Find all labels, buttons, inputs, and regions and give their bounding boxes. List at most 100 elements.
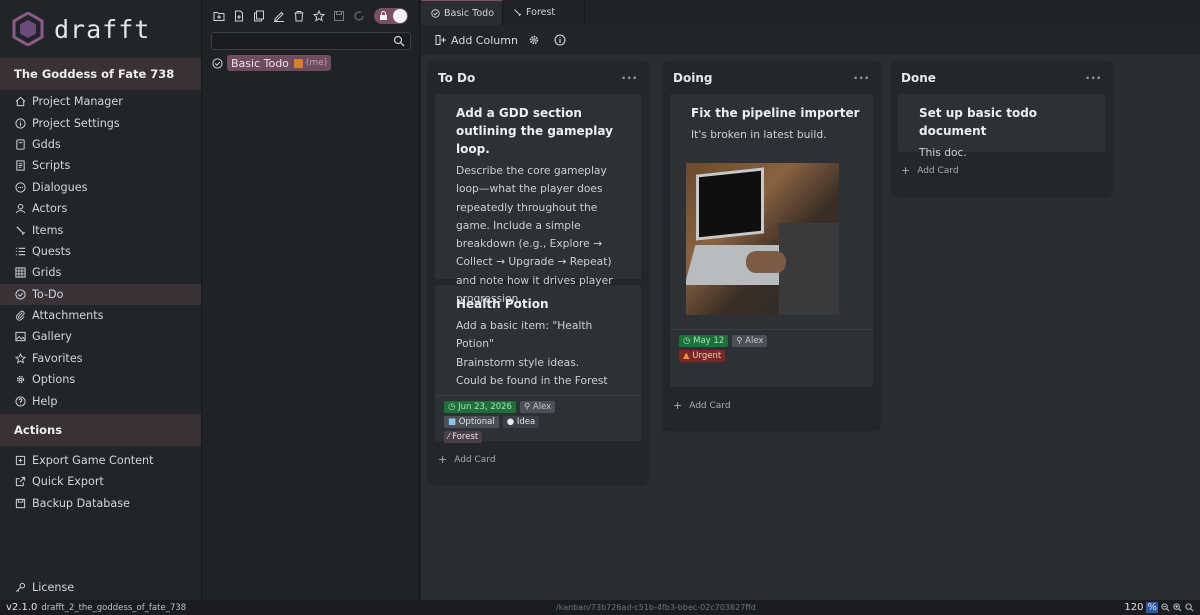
column-header[interactable]: Done ··· <box>892 62 1111 94</box>
pencil-icon <box>274 11 284 22</box>
tag-label: Urgent <box>692 351 722 362</box>
card-description: It's broken in latest build. <box>691 128 827 141</box>
kanban-card[interactable]: Fix the pipeline importer It's broken in… <box>670 94 873 387</box>
check-circle-icon <box>431 8 440 18</box>
tree-item-basic-todo[interactable]: Basic Todo (me) <box>212 55 419 71</box>
sidebar-item-gdds[interactable]: Gdds <box>0 134 201 155</box>
quick-export-icon <box>14 476 26 488</box>
due-date-badge[interactable]: ◷ May 12 <box>679 335 729 348</box>
actions-nav: Export Game Content Quick Export Backup … <box>0 446 201 514</box>
assignee-badge[interactable]: ⚲ Alex <box>519 401 556 414</box>
card-title: Set up basic todo document <box>919 106 1038 138</box>
column-menu-icon[interactable]: ··· <box>853 71 870 85</box>
sidebar-item-project-settings[interactable]: Project Settings <box>0 112 201 133</box>
kanban-card[interactable]: Add a GDD section outlining the gameplay… <box>435 94 641 305</box>
tag-urgent[interactable]: ▲ Urgent <box>679 350 726 363</box>
action-quick-export[interactable]: Quick Export <box>0 471 201 492</box>
action-backup-database[interactable]: Backup Database <box>0 493 201 514</box>
rename-button[interactable] <box>271 8 287 24</box>
due-date-text: May 12 <box>693 336 725 347</box>
sidebar-item-label: To-Do <box>32 287 64 301</box>
card-description-line: Add a basic item: "Health Potion" <box>456 319 593 351</box>
action-label: Backup Database <box>32 496 130 510</box>
home-icon <box>14 96 26 108</box>
kanban-column-done: Done ··· Set up basic todo document This… <box>892 62 1111 195</box>
add-card-button[interactable]: + Add Card <box>429 447 647 472</box>
sidebar-item-grids[interactable]: Grids <box>0 262 201 283</box>
project-title[interactable]: The Goddess of Fate 738 <box>0 58 201 90</box>
app-logo[interactable]: drafft <box>0 0 201 58</box>
sidebar-item-label: Gallery <box>32 330 72 344</box>
database-icon <box>14 497 26 509</box>
plus-icon: + <box>438 453 448 466</box>
kanban-card[interactable]: Set up basic todo document This doc. <box>898 94 1105 159</box>
add-card-button[interactable]: + Add Card <box>664 393 879 418</box>
zoom-in-icon[interactable] <box>1173 603 1182 612</box>
column-title: Done <box>901 71 936 85</box>
copy-icon <box>254 10 264 22</box>
zoom-reset-icon[interactable] <box>1185 603 1194 612</box>
sidebar-item-quests[interactable]: Quests <box>0 241 201 262</box>
column-header[interactable]: Doing ··· <box>664 62 879 94</box>
sidebar-item-help[interactable]: Help <box>0 390 201 411</box>
board-info-button[interactable] <box>554 34 570 46</box>
lock-toggle[interactable] <box>374 8 408 24</box>
duplicate-button[interactable] <box>251 8 267 24</box>
speech-icon: ● <box>506 417 517 428</box>
file-search <box>211 32 411 50</box>
sidebar-item-to-do[interactable]: To-Do <box>0 283 201 305</box>
kanban-column-to-do: To Do ··· Add a GDD section outlining th… <box>429 62 647 483</box>
person-icon <box>14 203 26 215</box>
drafft-logo-icon <box>12 12 44 46</box>
column-menu-icon[interactable]: ··· <box>621 71 638 85</box>
license-link-wrap: License <box>0 577 74 598</box>
sidebar-item-dialogues[interactable]: Dialogues <box>0 177 201 198</box>
zoom-out-icon[interactable] <box>1161 603 1170 612</box>
gear-icon <box>14 374 26 386</box>
sidebar-item-license[interactable]: License <box>0 577 74 598</box>
column-title: To Do <box>438 71 476 85</box>
refresh-button[interactable] <box>351 8 367 24</box>
add-card-label: Add Card <box>454 454 496 465</box>
card-meta-row: ◷ May 12 ⚲ Alex <box>679 335 865 348</box>
sidebar-item-project-manager[interactable]: Project Manager <box>0 91 201 112</box>
board-settings-button[interactable] <box>528 34 544 46</box>
search-input[interactable] <box>212 33 410 49</box>
folder-plus-icon <box>213 12 225 21</box>
tab-basic-todo[interactable]: Basic Todo <box>421 0 503 25</box>
favorite-button[interactable] <box>311 8 327 24</box>
tag-optional[interactable]: ■ Optional <box>444 416 499 429</box>
action-label: Export Game Content <box>32 454 154 468</box>
trash-icon <box>294 11 304 22</box>
sidebar-item-actors[interactable]: Actors <box>0 198 201 219</box>
zoom-value: 120 <box>1124 602 1144 613</box>
sidebar-item-items[interactable]: Items <box>0 219 201 240</box>
sidebar-item-label: Project Manager <box>32 95 123 109</box>
sidebar-item-scripts[interactable]: Scripts <box>0 155 201 176</box>
project-file-label: drafft_2_the_goddess_of_fate_738 <box>41 602 187 613</box>
column-header[interactable]: To Do ··· <box>429 62 647 94</box>
tab-forest[interactable]: Forest <box>503 0 585 25</box>
image-icon <box>14 331 26 343</box>
action-export-game-content[interactable]: Export Game Content <box>0 450 201 471</box>
sidebar-item-favorites[interactable]: Favorites <box>0 348 201 369</box>
save-button[interactable] <box>331 8 347 24</box>
sidebar-item-label: Dialogues <box>32 180 88 194</box>
assignee-badge[interactable]: ⚲ Alex <box>732 335 768 348</box>
column-menu-icon[interactable]: ··· <box>1085 71 1102 85</box>
sidebar-item-gallery[interactable]: Gallery <box>0 326 201 347</box>
search-icon[interactable] <box>393 35 405 47</box>
due-date-badge[interactable]: ◷ Jun 23, 2026 <box>444 401 516 414</box>
sidebar-item-attachments[interactable]: Attachments <box>0 305 201 326</box>
new-file-button[interactable] <box>231 8 247 24</box>
new-folder-button[interactable] <box>211 8 227 24</box>
kanban-card[interactable]: Health Potion Add a basic item: "Health … <box>435 285 641 444</box>
linked-item-badge[interactable]: ⁄ Forest <box>444 431 483 444</box>
card-footer: ◷ Jun 23, 2026 ⚲ Alex ■ Optional ● Idea … <box>435 395 641 451</box>
delete-button[interactable] <box>291 8 307 24</box>
add-column-button[interactable]: Add Column <box>435 34 518 47</box>
sidebar-item-options[interactable]: Options <box>0 369 201 390</box>
card-image-laptop[interactable] <box>686 163 839 316</box>
assignee-name: Alex <box>745 336 764 347</box>
tag-idea[interactable]: ● Idea <box>502 416 540 429</box>
